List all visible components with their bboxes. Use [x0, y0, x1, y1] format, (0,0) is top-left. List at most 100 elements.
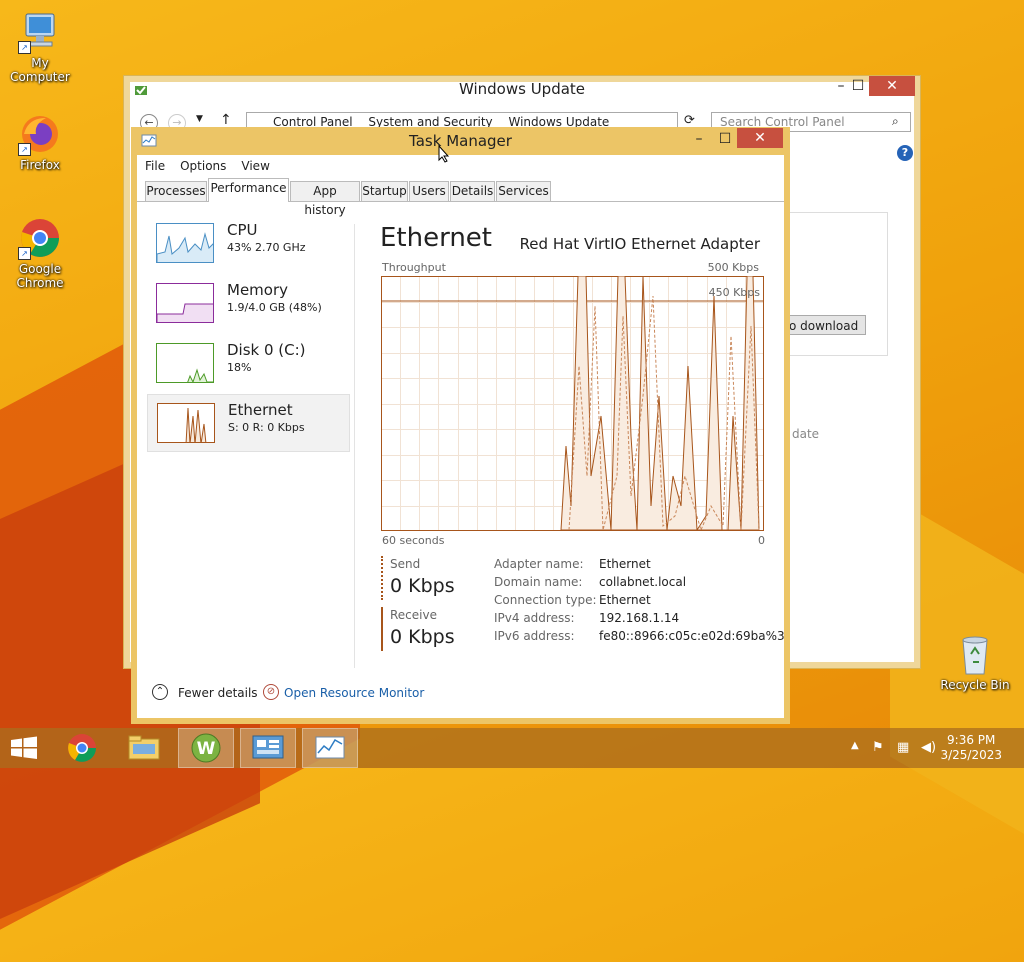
- menu-options[interactable]: Options: [172, 155, 233, 173]
- clock-date: 3/25/2023: [940, 748, 1002, 762]
- desktop-icon-chrome[interactable]: ↗ Google Chrome: [0, 216, 80, 290]
- desktop-icon-recycle-bin[interactable]: Recycle Bin: [935, 632, 1015, 692]
- graph-max-label: 500 Kbps: [707, 261, 759, 274]
- sidebar-item-memory[interactable]: Memory 1.9/4.0 GB (48%): [147, 275, 350, 333]
- chrome-icon: ↗: [18, 216, 62, 260]
- desktop-icon-label: Recycle Bin: [940, 678, 1010, 692]
- search-icon[interactable]: ⌕: [892, 114, 899, 129]
- svg-text:W: W: [197, 739, 216, 759]
- close-button[interactable]: ✕: [737, 128, 783, 148]
- sidebar-item-disk[interactable]: Disk 0 (C:) 18%: [147, 335, 350, 393]
- desktop-icon-label: Firefox: [20, 158, 60, 172]
- menu-view[interactable]: View: [233, 155, 276, 173]
- up-button[interactable]: ↑: [220, 112, 232, 128]
- send-label: Send: [390, 557, 421, 571]
- taskbar-control-panel[interactable]: [240, 728, 296, 768]
- show-hidden-icons[interactable]: ▲: [851, 740, 859, 751]
- tab-app-history[interactable]: App history: [290, 181, 360, 217]
- close-button[interactable]: ✕: [869, 76, 915, 96]
- property-key: Connection type:: [494, 593, 597, 607]
- resource-monitor-icon: ⊘: [263, 684, 279, 700]
- ethernet-thumbnail-graph: [157, 403, 215, 443]
- tab-performance[interactable]: Performance: [208, 178, 289, 202]
- clock[interactable]: 9:36 PM 3/25/2023: [940, 733, 1002, 763]
- tab-strip: Processes Performance App history Startu…: [145, 178, 784, 217]
- title-bar[interactable]: Task Manager – ☐ ✕: [131, 127, 790, 155]
- task-manager-window[interactable]: Task Manager – ☐ ✕ File Options View Proce…: [131, 127, 790, 724]
- graph-time-left: 60 seconds: [382, 534, 445, 547]
- property-key: Domain name:: [494, 575, 583, 589]
- property-key: IPv6 address:: [494, 629, 575, 643]
- property-value: Ethernet: [599, 593, 651, 607]
- tab-users[interactable]: Users: [409, 181, 449, 201]
- property-value: Ethernet: [599, 557, 651, 571]
- sidebar-item-sub: 43% 2.70 GHz: [227, 241, 306, 254]
- tab-services[interactable]: Services: [496, 181, 551, 201]
- sidebar-item-name: Memory: [227, 281, 289, 299]
- maximize-button[interactable]: ☐: [844, 76, 872, 96]
- property-key: IPv4 address:: [494, 611, 575, 625]
- sidebar-item-sub: S: 0 R: 0 Kbps: [228, 421, 305, 434]
- tab-details[interactable]: Details: [450, 181, 495, 201]
- desktop-icon-firefox[interactable]: ↗ Firefox: [0, 112, 80, 172]
- control-panel-icon: [252, 735, 284, 759]
- sidebar-item-name: Disk 0 (C:): [227, 341, 306, 359]
- taskbar-task-manager[interactable]: [302, 728, 358, 768]
- desktop-icon-my-computer[interactable]: ↗ My Computer: [0, 10, 80, 84]
- computer-icon: ↗: [18, 10, 62, 54]
- windows-logo-icon: [11, 736, 37, 759]
- firefox-icon: ↗: [18, 112, 62, 156]
- receive-indicator: [381, 607, 383, 651]
- desktop-icon-label: Google Chrome: [16, 262, 64, 290]
- control-panel-icon: [134, 83, 148, 100]
- adapter-name: Red Hat VirtIO Ethernet Adapter: [519, 235, 760, 253]
- tab-startup[interactable]: Startup: [361, 181, 408, 201]
- sidebar-item-sub: 18%: [227, 361, 252, 374]
- flag-icon[interactable]: ⚑: [872, 740, 884, 755]
- receive-label: Receive: [390, 608, 437, 622]
- maximize-button[interactable]: ☐: [711, 129, 739, 149]
- property-value: collabnet.local: [599, 575, 687, 589]
- desktop-icon-label: My Computer: [10, 56, 70, 84]
- graph-line-label: 450 Kbps: [708, 286, 760, 299]
- sidebar-item-name: CPU: [227, 221, 258, 239]
- sidebar-item-name: Ethernet: [228, 401, 293, 419]
- sidebar-item-cpu[interactable]: CPU 43% 2.70 GHz: [147, 215, 350, 273]
- clock-time: 9:36 PM: [947, 733, 996, 747]
- start-button[interactable]: [0, 728, 48, 768]
- open-resource-monitor-link[interactable]: Open Resource Monitor: [284, 686, 424, 700]
- mouse-cursor: [438, 144, 450, 166]
- property-value: fe80::8966:c05c:e02d:69ba%3: [599, 629, 785, 643]
- chrome-icon: [68, 734, 96, 762]
- graph-label: Throughput: [382, 261, 446, 274]
- disk-thumbnail-graph: [156, 343, 214, 383]
- chevron-up-icon[interactable]: ⌃: [152, 684, 168, 700]
- recent-pages-icon[interactable]: ▼: [196, 114, 203, 124]
- pane-divider: [354, 224, 355, 668]
- taskbar-chrome[interactable]: [54, 728, 110, 768]
- window-title: Windows Update: [458, 80, 586, 98]
- fewer-details-link[interactable]: Fewer details: [178, 686, 258, 700]
- menu-file[interactable]: File: [137, 155, 172, 173]
- memory-thumbnail-graph: [156, 283, 214, 323]
- graph-time-right: 0: [758, 534, 765, 547]
- sidebar-item-ethernet[interactable]: Ethernet S: 0 R: 0 Kbps: [147, 394, 350, 452]
- property-value: 192.168.1.14: [599, 611, 680, 625]
- task-manager-icon: [315, 736, 345, 759]
- refresh-icon[interactable]: ⟳: [684, 113, 695, 128]
- minimize-button[interactable]: –: [685, 129, 713, 149]
- detail-heading: Ethernet: [380, 223, 492, 253]
- recycle-bin-icon: [953, 632, 997, 676]
- property-key: Adapter name:: [494, 557, 584, 571]
- network-icon[interactable]: ▦: [897, 740, 909, 755]
- cpu-thumbnail-graph: [156, 223, 214, 263]
- faded-text: date: [792, 427, 820, 441]
- menu-bar: File Options View: [137, 155, 784, 177]
- folder-icon: [128, 735, 160, 760]
- taskbar-file-explorer[interactable]: [116, 728, 172, 768]
- throughput-graph: 450 Kbps: [381, 275, 764, 532]
- tab-processes[interactable]: Processes: [145, 181, 207, 201]
- volume-icon[interactable]: ◀): [921, 740, 936, 755]
- help-icon[interactable]: ?: [897, 145, 913, 161]
- taskbar-app-w[interactable]: W: [178, 728, 234, 768]
